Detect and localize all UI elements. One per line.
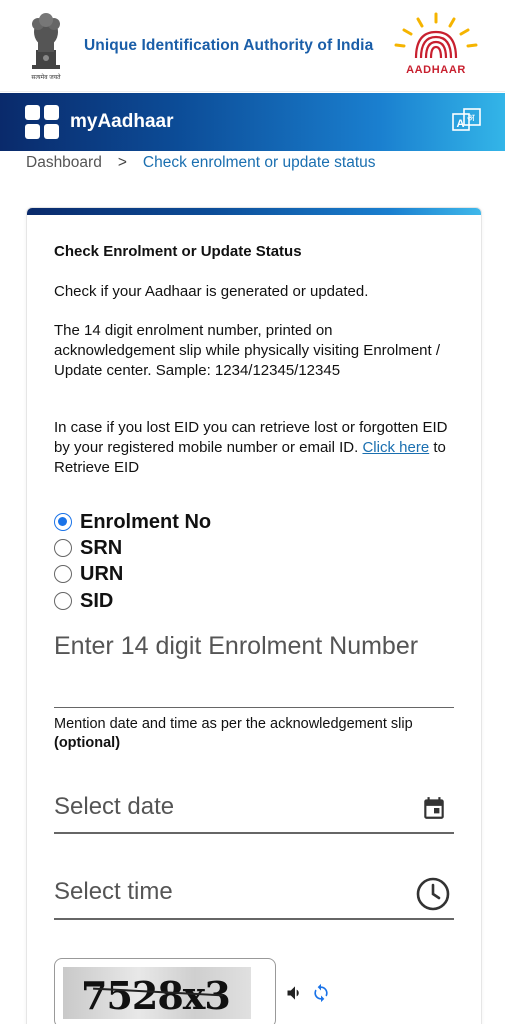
captcha-box: 7528x3 bbox=[54, 958, 276, 1024]
radio-label: Enrolment No bbox=[80, 510, 212, 533]
aadhaar-logo[interactable]: AADHAAR bbox=[388, 12, 484, 84]
radio-enrolment-no[interactable]: Enrolment No bbox=[54, 510, 211, 534]
date-helper-optional: (optional) bbox=[54, 735, 121, 751]
breadcrumb-current[interactable]: Check enrolment or update status bbox=[143, 154, 376, 171]
date-input[interactable]: Select date bbox=[54, 790, 454, 823]
radio-button[interactable] bbox=[54, 565, 72, 583]
enrolment-number-input[interactable]: Enter 14 digit Enrolment Number bbox=[54, 630, 454, 663]
app-title[interactable]: myAadhaar bbox=[70, 111, 174, 133]
radio-button-checked[interactable] bbox=[54, 513, 72, 531]
retrieve-eid-link[interactable]: Click here bbox=[362, 439, 429, 456]
grid-menu-icon[interactable] bbox=[25, 105, 59, 139]
time-underline bbox=[54, 918, 454, 920]
date-helper-main: Mention date and time as per the acknowl… bbox=[54, 716, 413, 732]
national-emblem-icon: सत्यमेव जयते bbox=[24, 10, 68, 82]
emblem-caption: सत्यमेव जयते bbox=[31, 75, 61, 81]
calendar-icon[interactable] bbox=[421, 795, 447, 826]
radio-label: URN bbox=[80, 562, 124, 585]
organization-name[interactable]: Unique Identification Authority of India bbox=[84, 37, 373, 55]
refresh-icon[interactable] bbox=[311, 983, 331, 1008]
breadcrumb-separator: > bbox=[117, 154, 127, 171]
site-header: सत्यमेव जयते Unique Identification Autho… bbox=[0, 0, 505, 92]
radio-sid[interactable]: SID bbox=[54, 589, 113, 613]
speaker-icon[interactable] bbox=[285, 983, 305, 1008]
enrolment-number-underline bbox=[54, 707, 454, 708]
captcha-image: 7528x3 bbox=[63, 967, 251, 1019]
radio-srn[interactable]: SRN bbox=[54, 536, 122, 560]
radio-label: SID bbox=[80, 589, 114, 612]
card-accent-bar bbox=[27, 208, 481, 215]
date-underline bbox=[54, 832, 454, 834]
radio-label: SRN bbox=[80, 536, 123, 559]
status-check-card: Check Enrolment or Update Status Check i… bbox=[26, 207, 482, 1024]
translate-icon[interactable]: A अ bbox=[452, 107, 482, 140]
time-input[interactable]: Select time bbox=[54, 875, 454, 908]
svg-text:अ: अ bbox=[467, 113, 475, 124]
intro-text: Check if your Aadhaar is generated or up… bbox=[54, 283, 369, 300]
clock-icon[interactable] bbox=[415, 876, 451, 917]
navbar: myAadhaar bbox=[0, 93, 505, 151]
lost-eid-paragraph: In case if you lost EID you can retrieve… bbox=[54, 418, 454, 478]
date-helper-text: Mention date and time as per the acknowl… bbox=[54, 715, 464, 753]
breadcrumb-dashboard[interactable]: Dashboard bbox=[26, 154, 102, 171]
enrolment-info-text: The 14 digit enrolment number, printed o… bbox=[54, 322, 441, 379]
aadhaar-logo-text: AADHAAR bbox=[406, 64, 466, 76]
card-title: Check Enrolment or Update Status bbox=[54, 243, 302, 260]
breadcrumb: Dashboard > Check enrolment or update stat… bbox=[26, 154, 376, 172]
radio-button[interactable] bbox=[54, 539, 72, 557]
radio-urn[interactable]: URN bbox=[54, 562, 123, 586]
radio-button[interactable] bbox=[54, 592, 72, 610]
